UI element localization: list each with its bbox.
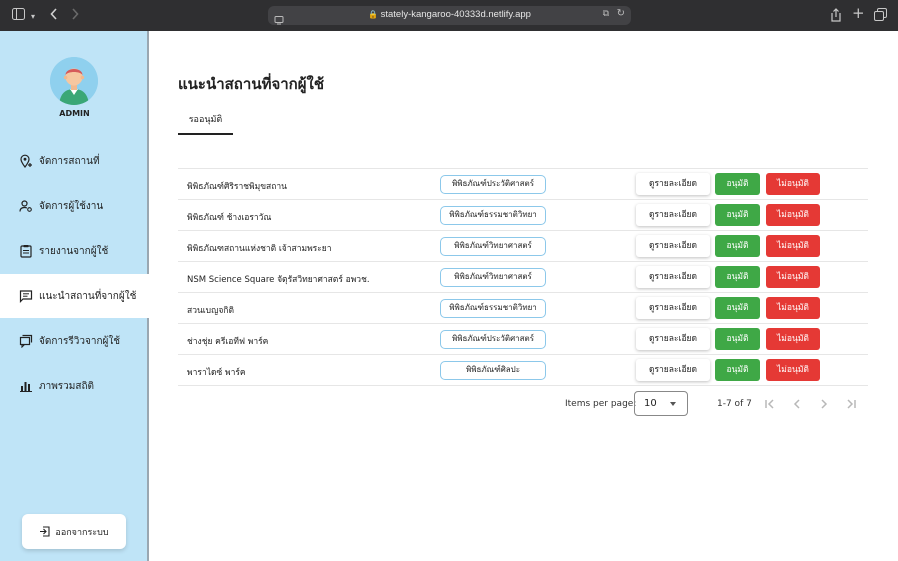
page-size-value: 10: [644, 398, 657, 409]
logout-button[interactable]: ออกจากระบบ: [22, 514, 126, 549]
share-icon[interactable]: [830, 8, 842, 26]
browser-toolbar: ▾ 🔒 stately-kangaroo-40333d.netlify.app …: [0, 0, 898, 31]
dropdown-caret-icon: [670, 402, 676, 406]
back-icon[interactable]: [50, 8, 58, 24]
reject-button[interactable]: ไม่อนุมัติ: [766, 297, 820, 319]
translate-icon[interactable]: ⧉: [603, 9, 609, 19]
category-chip: พิพิธภัณฑ์ประวัติศาสตร์: [440, 175, 546, 194]
table-row: พาราไดซ์ พาร์ค พิพิธภัณฑ์ศิลปะ ดูรายละเอีย…: [178, 355, 868, 386]
category-chip: พิพิธภัณฑ์วิทยาศาสตร์: [440, 237, 546, 256]
sidebar-item-manage-reviews[interactable]: จัดการรีวิวจากผู้ใช้: [0, 319, 149, 363]
last-page-icon: [847, 399, 856, 409]
reject-button[interactable]: ไม่อนุมัติ: [766, 328, 820, 350]
tab-overview-icon[interactable]: [874, 8, 887, 25]
first-page-icon: [765, 399, 774, 409]
approve-button[interactable]: อนุมัติ: [715, 173, 760, 195]
approve-button[interactable]: อนุมัติ: [715, 235, 760, 257]
logout-label: ออกจากระบบ: [55, 527, 109, 538]
view-details-button[interactable]: ดูรายละเอียด: [636, 297, 710, 319]
view-details-button[interactable]: ดูรายละเอียด: [636, 173, 710, 195]
table-row: สวนเบญจกิติ พิพิธภัณฑ์ธรรมชาติวิทยา ดูรายล…: [178, 293, 868, 324]
table-row: พิพิธภัณฑ์ศิริราชพิมุขสถาน พิพิธภัณฑ์ประว…: [178, 169, 868, 200]
approve-button[interactable]: อนุมัติ: [715, 328, 760, 350]
chevron-down-icon[interactable]: ▾: [31, 10, 35, 24]
logout-icon: [40, 526, 50, 537]
items-per-page-label: Items per page:: [565, 399, 637, 409]
view-details-button[interactable]: ดูรายละเอียด: [636, 328, 710, 350]
sidebar-item-statistics[interactable]: ภาพรวมสถิติ: [0, 364, 149, 408]
chevron-left-icon: [793, 399, 800, 409]
page-range-label: 1-7 of 7: [717, 399, 752, 409]
category-chip: พิพิธภัณฑ์ศิลปะ: [440, 361, 546, 380]
approve-button[interactable]: อนุมัติ: [715, 359, 760, 381]
clipboard-icon: [20, 245, 32, 258]
reject-button[interactable]: ไม่อนุมัติ: [766, 266, 820, 288]
sidebar-item-manage-places[interactable]: จัดการสถานที่: [0, 139, 149, 183]
sidebar-toggle-icon[interactable]: [12, 8, 25, 24]
reject-button[interactable]: ไม่อนุมัติ: [766, 235, 820, 257]
first-page-button[interactable]: [762, 396, 778, 412]
view-details-button[interactable]: ดูรายละเอียด: [636, 359, 710, 381]
place-name: พิพิธภัณฑ์ศิริราชพิมุขสถาน: [187, 182, 287, 192]
location-pin-icon: [20, 154, 32, 168]
approve-button[interactable]: อนุมัติ: [715, 204, 760, 226]
place-name: สวนเบญจกิติ: [187, 306, 234, 316]
category-chip: พิพิธภัณฑ์วิทยาศาสตร์: [440, 268, 546, 287]
sidebar: ADMIN จัดการสถานที่ จัดการผู้ใช้งาน รายง…: [0, 31, 149, 561]
previous-page-button[interactable]: [789, 396, 805, 412]
sidebar-item-label: รายงานจากผู้ใช้: [39, 245, 109, 257]
sidebar-item-label: แนะนำสถานที่จากผู้ใช้: [39, 290, 137, 302]
chevron-right-icon: [821, 399, 828, 409]
place-name: พาราไดซ์ พาร์ค: [187, 368, 246, 378]
view-details-button[interactable]: ดูรายละเอียด: [636, 266, 710, 288]
category-chip: พิพิธภัณฑ์ธรรมชาติวิทยา: [440, 299, 546, 318]
view-details-button[interactable]: ดูรายละเอียด: [636, 204, 710, 226]
chat-icon: [19, 290, 33, 303]
sidebar-item-user-reports[interactable]: รายงานจากผู้ใช้: [0, 229, 149, 273]
bar-chart-icon: [20, 382, 32, 392]
category-chip: พิพิธภัณฑ์ประวัติศาสตร์: [440, 330, 546, 349]
url-text: 🔒 stately-kangaroo-40333d.netlify.app: [368, 9, 531, 20]
lock-icon: 🔒: [368, 10, 378, 19]
place-name: NSM Science Square จัตุรัสวิทยาศาสตร์ อพ…: [187, 275, 370, 285]
new-tab-icon[interactable]: +: [852, 6, 865, 21]
sidebar-item-user-suggestions[interactable]: แนะนำสถานที่จากผู้ใช้: [0, 274, 149, 318]
page-size-select[interactable]: 10: [634, 391, 688, 416]
page-title: แนะนำสถานที่จากผู้ใช้: [178, 75, 325, 93]
sidebar-item-label: จัดการรีวิวจากผู้ใช้: [39, 335, 121, 347]
admin-label: ADMIN: [59, 109, 90, 118]
reject-button[interactable]: ไม่อนุมัติ: [766, 204, 820, 226]
sidebar-item-label: จัดการสถานที่: [39, 155, 100, 167]
forward-icon[interactable]: [71, 8, 79, 24]
address-bar[interactable]: 🔒 stately-kangaroo-40333d.netlify.app ⧉ …: [268, 6, 631, 25]
reviews-icon: [19, 334, 33, 348]
approve-button[interactable]: อนุมัติ: [715, 266, 760, 288]
user-settings-icon: [19, 200, 32, 212]
reject-button[interactable]: ไม่อนุมัติ: [766, 359, 820, 381]
category-chip: พิพิธภัณฑ์ธรรมชาติวิทยา: [440, 206, 546, 225]
tab-pending[interactable]: รออนุมัติ: [178, 112, 233, 135]
approve-button[interactable]: อนุมัติ: [715, 297, 760, 319]
table-row: พิพิธภัณฑ์ ช้างเอราวัณ พิพิธภัณฑ์ธรรมชาติ…: [178, 200, 868, 231]
avatar: [50, 57, 98, 105]
table-row: ช่างชุ่ย ครีเอทีฟ พาร์ค พิพิธภัณฑ์ประวัติ…: [178, 324, 868, 355]
sidebar-item-label: จัดการผู้ใช้งาน: [39, 200, 104, 212]
sidebar-item-label: ภาพรวมสถิติ: [39, 380, 95, 392]
sidebar-item-manage-users[interactable]: จัดการผู้ใช้งาน: [0, 184, 149, 228]
place-name: ช่างชุ่ย ครีเอทีฟ พาร์ค: [187, 337, 269, 347]
reload-icon[interactable]: ↻: [617, 8, 625, 19]
place-name: พิพิธภัณฑสถานแห่งชาติ เจ้าสามพระยา: [187, 244, 332, 254]
table-row: NSM Science Square จัตุรัสวิทยาศาสตร์ อพ…: [178, 262, 868, 293]
table-row: พิพิธภัณฑสถานแห่งชาติ เจ้าสามพระยา พิพิธภ…: [178, 231, 868, 262]
last-page-button[interactable]: [843, 396, 859, 412]
next-page-button[interactable]: [816, 396, 832, 412]
place-name: พิพิธภัณฑ์ ช้างเอราวัณ: [187, 213, 272, 223]
reject-button[interactable]: ไม่อนุมัติ: [766, 173, 820, 195]
view-details-button[interactable]: ดูรายละเอียด: [636, 235, 710, 257]
